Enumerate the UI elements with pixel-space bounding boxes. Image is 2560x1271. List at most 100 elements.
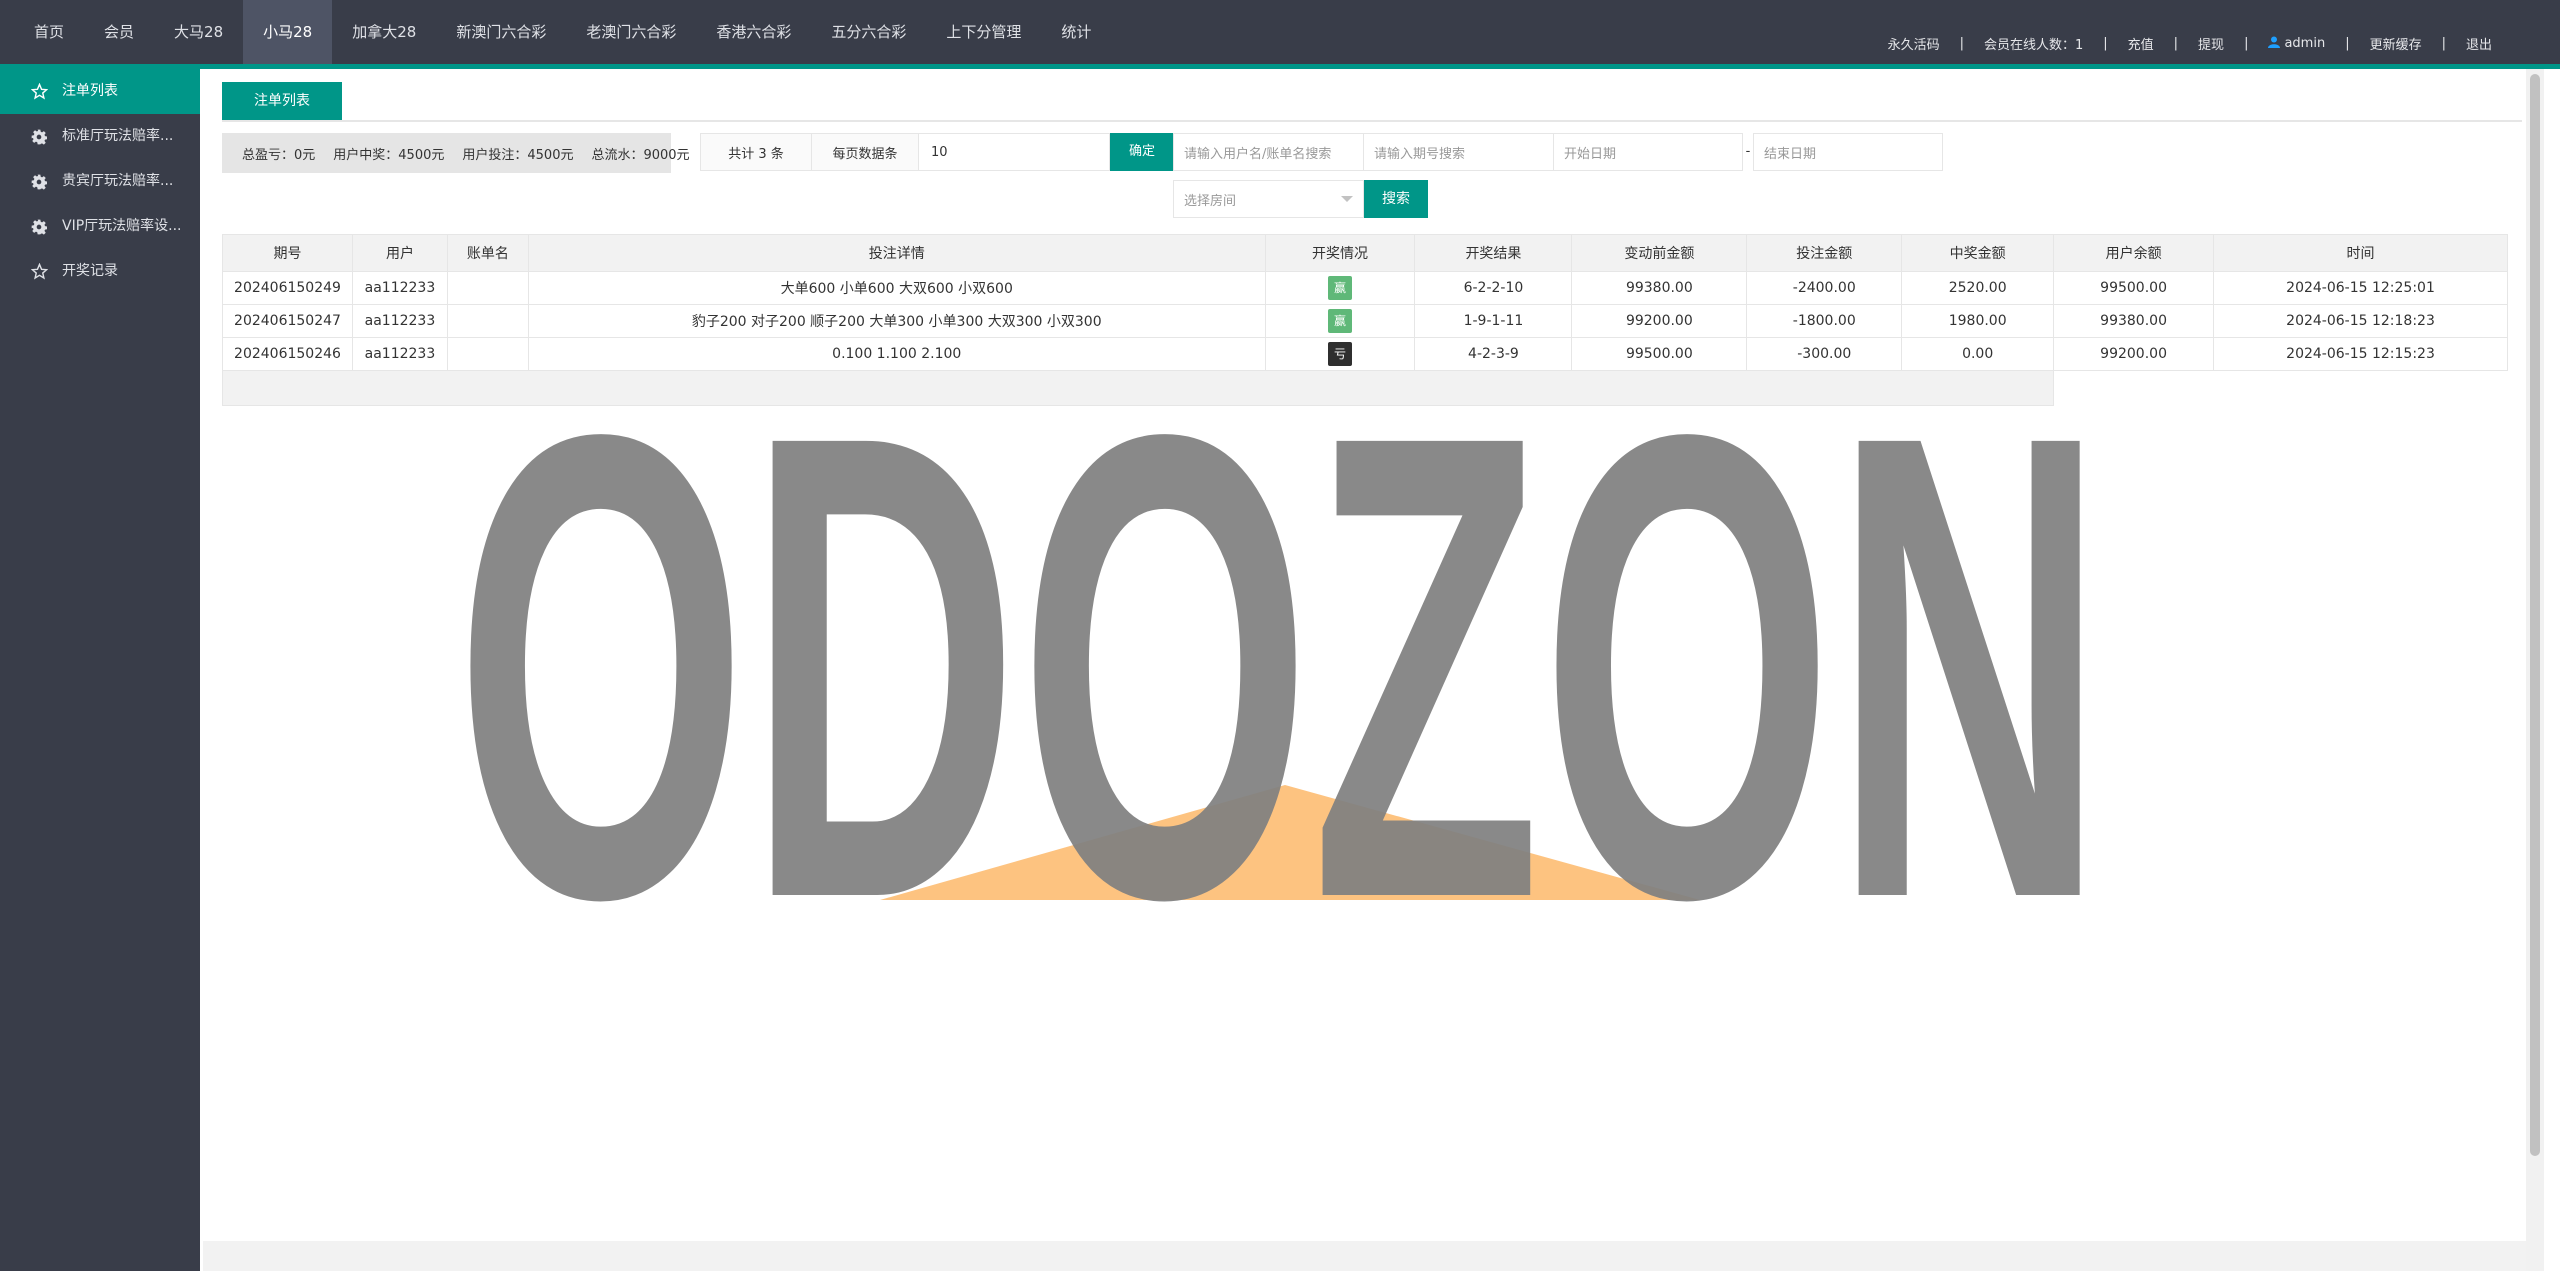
sidebar-item-label: VIP厅玩法赔率设... — [62, 218, 182, 234]
separator: | — [1959, 35, 1964, 51]
cell-user: aa112233 — [351, 304, 448, 338]
tab-bet-list[interactable]: 注单列表 — [222, 82, 342, 120]
sidebar-item-vip-guest-odds[interactable]: 贵宾厅玩法赔率... — [0, 159, 200, 204]
cell-bet: -300.00 — [1746, 337, 1903, 371]
tab-divider — [222, 120, 2522, 122]
withdraw-link[interactable]: 提现 — [2198, 34, 2224, 53]
cell-result: 6-2-2-10 — [1414, 271, 1573, 305]
gear-icon — [30, 128, 48, 146]
sidebar-item-label: 开奖记录 — [62, 263, 118, 279]
nav-five-minute-lottery[interactable]: 五分六合彩 — [811, 0, 926, 64]
bet-table: 期号 用户 账单名 投注详情 开奖情况 开奖结果 变动前金额 投注金额 中奖金额… — [222, 234, 2508, 371]
nav-hongkong-lottery[interactable]: 香港六合彩 — [696, 0, 811, 64]
gear-icon — [30, 218, 48, 236]
nav-xiaoma28[interactable]: 小马28 — [243, 0, 333, 64]
chevron-down-icon — [1341, 196, 1353, 202]
cell-period: 202406150246 — [222, 337, 353, 371]
lose-badge: 亏 — [1328, 342, 1353, 366]
stat-total-flow: 总流水：9000元 — [591, 147, 690, 163]
cell-balance: 99200.00 — [2053, 337, 2215, 371]
sidebar-item-draw-records[interactable]: 开奖记录 — [0, 249, 200, 294]
separator: | — [2244, 35, 2249, 51]
cell-bill — [446, 271, 529, 305]
activation-link[interactable]: 永久活码 — [1888, 34, 1940, 53]
separator: | — [2103, 35, 2108, 51]
search-user-input[interactable]: 请输入用户名/账单名搜索 — [1173, 133, 1364, 171]
cell-win: 1980.00 — [1901, 304, 2055, 338]
col-balance: 用户余额 — [2053, 234, 2215, 272]
cell-status: 赢 — [1264, 271, 1416, 305]
refresh-cache-link[interactable]: 更新缓存 — [2370, 34, 2422, 53]
nav-members[interactable]: 会员 — [84, 0, 154, 64]
online-count: 会员在线人数：1 — [1983, 37, 2084, 53]
col-bet: 投注金额 — [1746, 234, 1903, 272]
col-time: 时间 — [2213, 234, 2508, 272]
start-date-input[interactable]: 开始日期 — [1553, 133, 1743, 171]
total-count: 共计 3 条 — [700, 133, 812, 171]
content-footer — [203, 1241, 2526, 1271]
search-button[interactable]: 搜索 — [1364, 180, 1428, 218]
user-icon — [2268, 36, 2281, 48]
sidebar-item-standard-odds[interactable]: 标准厅玩法赔率... — [0, 114, 200, 159]
win-badge: 赢 — [1328, 276, 1353, 300]
nav-old-macau-lottery[interactable]: 老澳门六合彩 — [566, 0, 696, 64]
date-range-dash: - — [1745, 144, 1751, 159]
cell-user: aa112233 — [351, 271, 448, 305]
nav-canada28[interactable]: 加拿大28 — [332, 0, 436, 64]
table-row[interactable]: 202406150247 aa112233 豹子200 对子200 顺子200 … — [222, 304, 2508, 338]
table-header-row: 期号 用户 账单名 投注详情 开奖情况 开奖结果 变动前金额 投注金额 中奖金额… — [222, 234, 2508, 272]
nav-home[interactable]: 首页 — [14, 0, 84, 64]
cell-before: 99200.00 — [1571, 304, 1748, 338]
star-icon — [30, 263, 48, 281]
cell-detail: 0.100 1.100 2.100 — [527, 337, 1266, 371]
cell-status: 亏 — [1264, 337, 1416, 371]
col-bill: 账单名 — [446, 234, 529, 272]
sidebar-item-bet-list[interactable]: 注单列表 — [0, 69, 200, 114]
cell-user: aa112233 — [351, 337, 448, 371]
cell-win: 0.00 — [1901, 337, 2055, 371]
nav-dama28[interactable]: 大马28 — [154, 0, 243, 64]
per-page-label: 每页数据条 — [811, 133, 919, 171]
cell-detail: 豹子200 对子200 顺子200 大单300 小单300 大双300 小双30… — [527, 304, 1266, 338]
cell-result: 4-2-3-9 — [1414, 337, 1573, 371]
nav-new-macau-lottery[interactable]: 新澳门六合彩 — [436, 0, 566, 64]
cell-bill — [446, 337, 529, 371]
win-badge: 赢 — [1328, 309, 1353, 333]
nav-statistics[interactable]: 统计 — [1041, 0, 1111, 64]
cell-bet: -1800.00 — [1746, 304, 1903, 338]
cell-balance: 99380.00 — [2053, 304, 2215, 338]
end-date-input[interactable]: 结束日期 — [1753, 133, 1943, 171]
cell-period: 202406150249 — [222, 271, 353, 305]
per-page-input[interactable]: 10 — [918, 133, 1110, 171]
table-row[interactable]: 202406150246 aa112233 0.100 1.100 2.100 … — [222, 337, 2508, 371]
recharge-link[interactable]: 充值 — [2128, 34, 2154, 53]
search-period-input[interactable]: 请输入期号搜索 — [1363, 133, 1554, 171]
admin-username: admin — [2284, 35, 2326, 51]
cell-before: 99380.00 — [1571, 271, 1748, 305]
room-select-placeholder: 选择房间 — [1184, 193, 1237, 209]
room-select[interactable]: 选择房间 — [1173, 180, 1364, 218]
cell-bet: -2400.00 — [1746, 271, 1903, 305]
cell-time: 2024-06-15 12:15:23 — [2213, 337, 2508, 371]
logout-link[interactable]: 退出 — [2466, 34, 2492, 53]
gear-icon — [30, 173, 48, 191]
sidebar-item-vip-odds[interactable]: VIP厅玩法赔率设... — [0, 204, 200, 249]
col-user: 用户 — [351, 234, 448, 272]
col-win: 中奖金额 — [1901, 234, 2055, 272]
table-footer-row — [222, 370, 2054, 406]
sidebar-item-label: 标准厅玩法赔率... — [62, 128, 174, 144]
nav-points-management[interactable]: 上下分管理 — [926, 0, 1041, 64]
cell-detail: 大单600 小单600 大双600 小双600 — [527, 271, 1266, 305]
stat-total-profit: 总盈亏：0元 — [242, 147, 316, 163]
cell-period: 202406150247 — [222, 304, 353, 338]
separator: | — [2441, 35, 2446, 51]
sidebar-item-label: 贵宾厅玩法赔率... — [62, 173, 174, 189]
cell-status: 赢 — [1264, 304, 1416, 338]
scrollbar-thumb[interactable] — [2530, 74, 2540, 1156]
col-before: 变动前金额 — [1571, 234, 1748, 272]
cell-bill — [446, 304, 529, 338]
admin-user-link[interactable]: admin — [2268, 36, 2325, 51]
confirm-button[interactable]: 确定 — [1110, 133, 1174, 171]
cell-before: 99500.00 — [1571, 337, 1748, 371]
table-row[interactable]: 202406150249 aa112233 大单600 小单600 大双600 … — [222, 271, 2508, 305]
